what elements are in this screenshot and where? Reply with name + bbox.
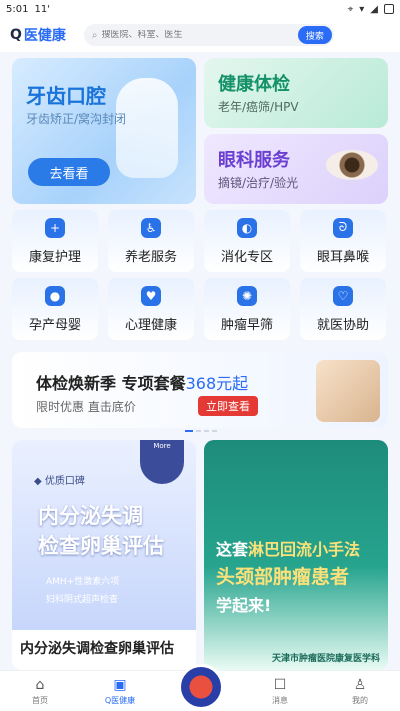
carousel-dot xyxy=(204,430,209,432)
grid-item-label: 就医协助 xyxy=(316,317,369,333)
grid-item-label: 消化专区 xyxy=(220,249,273,265)
carousel-dot xyxy=(212,430,217,432)
search-icon: ⌕ xyxy=(91,29,98,41)
logo-text: 医健康 xyxy=(23,28,66,44)
carousel-dot xyxy=(185,430,193,432)
tab-label: 我的 xyxy=(352,695,368,705)
carousel-dot xyxy=(196,430,201,432)
tab-label: Q医健康 xyxy=(104,695,136,705)
eye-icon xyxy=(326,150,378,180)
app-logo: Q 医健康 xyxy=(10,25,66,45)
checkup-card[interactable]: 健康体检 老年/癌筛/HPV xyxy=(204,58,388,128)
quality-badge-label: 优质口碑 xyxy=(44,476,85,487)
lymph-line3: 学起来! xyxy=(216,596,272,615)
more-tag: More xyxy=(140,440,184,484)
wifi-icon: ▾ xyxy=(359,3,365,15)
promo-bullet: 妇科阴式超声检查 xyxy=(46,595,119,605)
status-extra: 11' xyxy=(34,3,50,15)
grid-item-label: 孕产母婴 xyxy=(28,317,81,333)
ear-icon: ᘐ xyxy=(333,217,353,238)
promo-bullet: AMH+性激素六项 xyxy=(46,577,120,587)
center-action-button[interactable] xyxy=(178,664,224,710)
location-icon: ⌖ xyxy=(347,3,354,15)
hospital-footer: 天津市肿瘤医院康复医学科 xyxy=(271,654,380,664)
tab-label: 首页 xyxy=(32,695,48,705)
grid-item-label: 肿瘤早筛 xyxy=(220,317,273,333)
endocrine-promo-card[interactable]: More ◆ 优质口碑 内分泌失调 检查卵巢评估 AMH+性激素六项 妇科阴式超… xyxy=(12,440,196,670)
teeth-subtitle: 牙齿矫正/窝沟封闭 xyxy=(26,112,127,126)
heart-icon: ♥ xyxy=(141,285,161,306)
endocrine-promo-image: More ◆ 优质口碑 内分泌失调 检查卵巢评估 AMH+性激素六项 妇科阴式超… xyxy=(12,440,196,630)
eye-title: 眼科服务 xyxy=(218,150,290,171)
grid-item-maternity[interactable]: ● 孕产母婴 xyxy=(12,278,98,340)
lymph-line2: 头颈部肿瘤患者 xyxy=(216,566,350,588)
search-bar[interactable]: ⌕ 搜索 xyxy=(83,24,334,46)
home-icon: ⌂ xyxy=(35,676,45,693)
more-label: More xyxy=(153,442,171,450)
elderly-couple-photo xyxy=(316,360,380,422)
medkit-icon: ▣ xyxy=(113,676,127,693)
tab-label: 消息 xyxy=(272,695,288,705)
cell-icon: ✺ xyxy=(237,285,257,306)
view-now-button[interactable]: 立即查看 xyxy=(198,396,258,416)
top-header: Q 医健康 ⌕ 搜索 xyxy=(0,18,400,52)
grid-item-label: 康复护理 xyxy=(28,249,81,265)
promo-title-line2: 检查卵巢评估 xyxy=(38,534,164,558)
banner-subtitle: 限时优惠 直击底价 xyxy=(36,400,136,414)
grid-item-label: 养老服务 xyxy=(124,249,177,265)
teeth-card[interactable]: 牙齿口腔 牙齿矫正/窝沟封闭 去看看 xyxy=(12,58,196,204)
lymph-line1-prefix: 这套 xyxy=(216,540,249,559)
tab-home[interactable]: ⌂ 首页 xyxy=(0,671,80,711)
promo-title-line1: 内分泌失调 xyxy=(38,504,143,528)
logo-prefix: Q xyxy=(10,27,22,43)
go-look-button[interactable]: 去看看 xyxy=(28,158,110,186)
grid-item-label: 心理健康 xyxy=(124,317,177,333)
tab-qhealth[interactable]: ▣ Q医健康 xyxy=(80,671,160,711)
battery-icon xyxy=(384,3,394,14)
tab-profile[interactable]: ♙ 我的 xyxy=(320,671,400,711)
tab-messages[interactable]: ☐ 消息 xyxy=(240,671,320,711)
status-icons: ⌖ ▾ ◢ xyxy=(347,3,394,15)
grid-item-elderly[interactable]: ♿ 养老服务 xyxy=(108,210,194,272)
grid-item-digestive[interactable]: ◐ 消化专区 xyxy=(204,210,290,272)
eye-subtitle: 摘镜/治疗/验光 xyxy=(218,176,299,190)
lymph-line1: 这套淋巴回流小手法 xyxy=(216,536,360,560)
checkup-subtitle: 老年/癌筛/HPV xyxy=(218,100,299,114)
grid-item-oncology[interactable]: ✺ 肿瘤早筛 xyxy=(204,278,290,340)
carousel-indicator xyxy=(185,430,217,432)
grid-item-ent[interactable]: ᘐ 眼耳鼻喉 xyxy=(300,210,386,272)
signal-icon: ◢ xyxy=(370,3,378,15)
message-icon: ☐ xyxy=(273,676,287,693)
lymph-promo-card[interactable]: 这套淋巴回流小手法 头颈部肿瘤患者 学起来! 天津市肿瘤医院康复医学科 xyxy=(204,440,388,670)
lymph-line1-highlight: 淋巴回流小手法 xyxy=(248,540,361,559)
tooth-icon xyxy=(116,78,178,178)
status-bar: 5:01 11' ⌖ ▾ ◢ xyxy=(0,0,400,18)
elderly-icon: ♿ xyxy=(141,217,161,238)
medical-bag-icon: + xyxy=(45,217,65,238)
stomach-icon: ◐ xyxy=(237,217,257,238)
grid-item-mental[interactable]: ♥ 心理健康 xyxy=(108,278,194,340)
banner-title-text: 体检焕新季 专项套餐 xyxy=(36,374,186,393)
pregnancy-icon: ● xyxy=(45,285,65,306)
promo-banner[interactable]: 体检焕新季 专项套餐368元起 限时优惠 直击底价 立即查看 xyxy=(12,352,388,428)
banner-price: 368元起 xyxy=(185,374,249,393)
search-input[interactable] xyxy=(101,30,272,40)
search-button[interactable]: 搜索 xyxy=(297,26,332,44)
promo-caption: 内分泌失调检查卵巢评估 xyxy=(20,641,174,657)
checkup-title: 健康体检 xyxy=(218,74,290,95)
banner-title: 体检焕新季 专项套餐368元起 xyxy=(36,370,248,394)
grid-item-assist[interactable]: ♡ 就医协助 xyxy=(300,278,386,340)
quality-badge: ◆ 优质口碑 xyxy=(34,476,85,487)
status-time: 5:01 xyxy=(6,3,29,15)
handshake-icon: ♡ xyxy=(333,285,353,306)
user-icon: ♙ xyxy=(353,676,367,693)
eye-card[interactable]: 眼科服务 摘镜/治疗/验光 xyxy=(204,134,388,204)
grid-item-label: 眼耳鼻喉 xyxy=(316,249,369,265)
teeth-title: 牙齿口腔 xyxy=(26,84,106,108)
grid-item-rehab[interactable]: + 康复护理 xyxy=(12,210,98,272)
